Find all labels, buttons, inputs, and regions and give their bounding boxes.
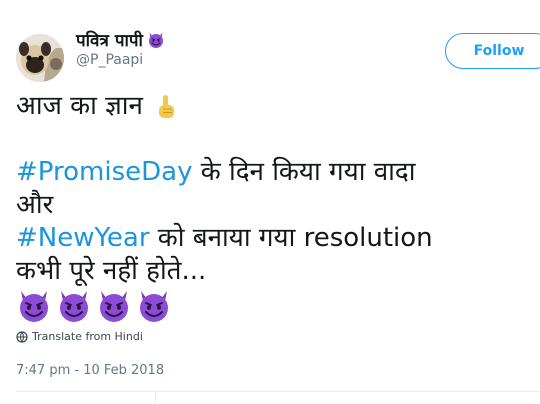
globe-icon <box>16 330 28 343</box>
tweet-line-1: आज का ज्ञान <box>16 90 531 123</box>
tweet-line-4-text: को बनाया गया resolution <box>149 223 433 253</box>
user-name-row: पवित्र पापी <box>76 28 165 51</box>
tweet-line-5: कभी पूरे नहीं होते... <box>16 256 207 286</box>
hashtag-newyear-link[interactable]: #NewYear <box>16 223 150 253</box>
tweet-text: आज का ज्ञान #PromiseDay के दिन किया गया … <box>16 90 531 324</box>
tweet-line-4: #NewYear को बनाया गया resolution <box>16 222 531 255</box>
tweet-timestamp[interactable]: 7:47 pm - 10 Feb 2018 <box>16 363 164 378</box>
smiling-devil-icon <box>147 31 165 49</box>
avatar[interactable] <box>16 34 64 82</box>
pointing-up-emoji-icon <box>159 94 175 118</box>
pug-avatar-image <box>16 34 64 82</box>
smiling-devil-emoji-icon <box>16 288 52 324</box>
smiling-devil-emoji-icon <box>136 288 172 324</box>
devil-emoji-row <box>16 288 531 324</box>
tweet-line-3: और <box>16 190 54 220</box>
tweet-line-2-text: के दिन किया गया वादा <box>192 157 416 187</box>
translate-label: Translate from Hindi <box>32 330 143 343</box>
display-name[interactable]: पवित्र पापी <box>76 28 143 51</box>
smiling-devil-emoji-icon <box>56 288 92 324</box>
follow-button[interactable]: Follow <box>445 33 540 69</box>
smiling-devil-emoji-icon <box>96 288 132 324</box>
hashtag-promiseday-link[interactable]: #PromiseDay <box>16 157 192 187</box>
translate-link[interactable]: Translate from Hindi <box>16 330 143 343</box>
divider <box>16 391 540 392</box>
tweet-line-2: #PromiseDay के दिन किया गया वादा <box>16 156 531 189</box>
tweet-line-1-text: आज का ज्ञान <box>16 91 143 121</box>
user-handle[interactable]: @P_Paapi <box>76 52 143 68</box>
divider-tick <box>155 391 156 404</box>
